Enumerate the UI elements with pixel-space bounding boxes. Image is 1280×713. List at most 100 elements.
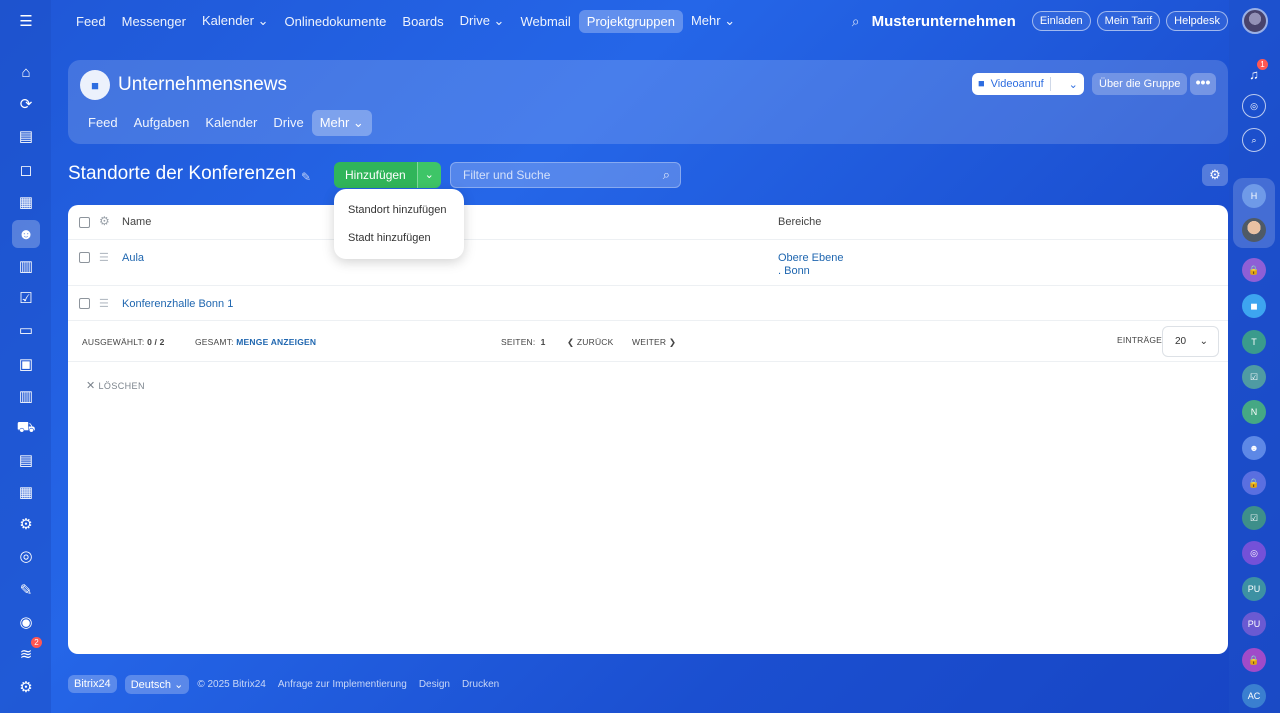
plan-button[interactable]: Mein Tarif — [1096, 11, 1161, 31]
lock-icon[interactable]: 🔒 — [1242, 471, 1266, 495]
bell-icon[interactable]: ♫ 1 — [1242, 59, 1268, 86]
copilot-icon[interactable]: ◎ — [1242, 541, 1266, 565]
company-name[interactable]: Musterunternehmen — [872, 13, 1016, 30]
row-area-city[interactable]: . Bonn — [778, 265, 810, 277]
video-call-button[interactable]: ■ Videoanruf ⌄ — [972, 73, 1084, 95]
target-icon[interactable]: ◎ — [12, 542, 40, 570]
footer-link-implementation[interactable]: Anfrage zur Implementierung — [278, 679, 407, 690]
tab-aufgaben[interactable]: Aufgaben — [126, 110, 198, 136]
menu-item-add-city[interactable]: Stadt hinzufügen — [348, 232, 431, 244]
groups-icon[interactable]: ☻ — [12, 220, 40, 248]
home-icon[interactable]: ⌂ — [12, 58, 40, 86]
row-name-link[interactable]: Aula — [122, 252, 144, 264]
menu-item-add-location[interactable]: Standort hinzufügen — [348, 204, 446, 216]
gear-icon[interactable]: ⚙ — [1202, 164, 1228, 186]
per-page-select[interactable]: 20 ⌄ — [1162, 326, 1219, 357]
schedule-icon[interactable]: ▦ — [12, 478, 40, 506]
chevron-down-icon: ⌄ — [174, 678, 184, 691]
edit-doc-icon[interactable]: ✎ — [12, 576, 40, 604]
cart-icon[interactable]: ⛟ — [12, 414, 40, 442]
nav-drive[interactable]: Drive ⌄ — [452, 9, 513, 33]
row-checkbox[interactable] — [79, 298, 90, 309]
lock-icon[interactable]: 🔒 — [1242, 258, 1266, 282]
drag-handle-icon[interactable]: ☰ — [99, 251, 109, 264]
nav-messenger[interactable]: Messenger — [114, 10, 194, 33]
nav-mehr[interactable]: Mehr ⌄ — [683, 9, 743, 33]
nav-webmail[interactable]: Webmail — [512, 10, 578, 33]
feed-icon[interactable]: ≋ 2 — [12, 637, 42, 668]
helpdesk-button[interactable]: Helpdesk — [1166, 11, 1228, 31]
copilot-icon[interactable]: ◎ — [1242, 94, 1266, 118]
drag-handle-icon[interactable]: ☰ — [99, 297, 109, 310]
invite-button[interactable]: Einladen — [1031, 11, 1091, 31]
chat-avatar-person[interactable] — [1242, 218, 1266, 242]
task-icon[interactable]: ☑ — [1242, 506, 1266, 530]
nav-kalender[interactable]: Kalender ⌄ — [194, 9, 277, 33]
language-select[interactable]: Deutsch ⌄ — [124, 674, 190, 694]
lock-icon[interactable]: 🔒 — [1242, 648, 1266, 672]
analytics-icon[interactable]: ▥ — [12, 382, 40, 410]
column-name[interactable]: Name — [122, 216, 151, 228]
tasks-icon[interactable]: ⟳ — [12, 90, 40, 118]
row-area-link[interactable]: Obere Ebene — [778, 252, 843, 264]
search-icon[interactable]: ⌕ — [663, 163, 670, 187]
chat-avatar-t[interactable]: T — [1242, 330, 1266, 354]
support-icon[interactable]: ◉ — [12, 608, 40, 636]
delete-button[interactable]: ✕ Löschen — [86, 379, 145, 392]
drive-icon[interactable]: ▭ — [12, 316, 40, 344]
tab-mehr[interactable]: Mehr ⌄ — [311, 110, 372, 136]
gear-icon[interactable]: ⚙ — [99, 214, 110, 228]
row-name-link[interactable]: Konferenzhalle Bonn 1 — [122, 298, 233, 310]
chat-avatar-pu[interactable]: PU — [1242, 612, 1266, 636]
group-chat-icon[interactable]: ☻ — [1242, 436, 1266, 460]
chat-avatar-ac[interactable]: AC — [1242, 684, 1266, 708]
pin-icon[interactable]: ✎ — [301, 170, 311, 184]
add-button[interactable]: Hinzufügen ⌄ — [334, 162, 441, 188]
search-icon[interactable]: ⌕ — [852, 13, 860, 30]
table-row[interactable]: ☰ Konferenzhalle Bonn 1 — [68, 286, 1228, 321]
footer-link-print[interactable]: Drucken — [462, 679, 499, 690]
settings-icon[interactable]: ⚙ — [12, 673, 40, 701]
column-area[interactable]: Bereiche — [778, 216, 821, 228]
table-header: ⚙ Name Bereiche — [68, 205, 1228, 240]
file-icon[interactable]: ▥ — [12, 252, 40, 280]
nav-feed[interactable]: Feed — [68, 10, 114, 33]
search-input[interactable]: Filter und Suche ⌕ — [450, 162, 681, 188]
tab-feed[interactable]: Feed — [80, 110, 126, 136]
video-camera-icon: ■ — [978, 78, 985, 90]
more-button[interactable]: ••• — [1190, 73, 1216, 95]
bitrix-brand-button[interactable]: Bitrix24 — [68, 675, 117, 693]
tab-kalender[interactable]: Kalender — [197, 110, 265, 136]
next-page-button[interactable]: Weiter ❯ — [632, 337, 676, 348]
add-button-label[interactable]: Hinzufügen — [334, 162, 417, 188]
nav-projektgruppen[interactable]: Projektgruppen — [578, 9, 683, 33]
robot-icon[interactable]: ⚙ — [12, 510, 40, 538]
row-checkbox[interactable] — [79, 252, 90, 263]
show-total-link[interactable]: Menge anzeigen — [236, 337, 316, 347]
table-row[interactable]: ☰ Aula Obere Ebene . Bonn — [68, 240, 1228, 286]
contact-card-icon[interactable]: ▤ — [12, 446, 40, 474]
footer-link-design[interactable]: Design — [419, 679, 450, 690]
menu-icon[interactable]: ☰ — [12, 7, 40, 35]
chat-avatar-h[interactable]: H — [1242, 184, 1266, 208]
tab-drive[interactable]: Drive — [265, 110, 311, 136]
checklist-icon[interactable]: ☑ — [12, 284, 40, 312]
calendar-icon[interactable]: ▦ — [12, 188, 40, 216]
search-chat-icon[interactable]: ⌕ — [1242, 128, 1266, 152]
chevron-down-icon[interactable]: ⌄ — [416, 162, 441, 188]
chat-avatar-n[interactable]: N — [1242, 400, 1266, 424]
nav-onlinedokumente[interactable]: Onlinedokumente — [277, 10, 395, 33]
chat-icon[interactable]: ◻ — [12, 156, 40, 184]
about-group-button[interactable]: Über die Gruppe — [1092, 73, 1188, 95]
chat-avatar-pu[interactable]: PU — [1242, 577, 1266, 601]
nav-boards[interactable]: Boards — [394, 10, 451, 33]
documents-icon[interactable]: ▤ — [12, 122, 40, 150]
group-tabs: Feed Aufgaben Kalender Drive Mehr ⌄ — [80, 110, 372, 136]
chat-bubble-icon[interactable]: ◼ — [1242, 294, 1266, 318]
folder-icon: ■ — [80, 70, 110, 100]
presentation-icon[interactable]: ▣ — [12, 350, 40, 378]
prev-page-button[interactable]: ❮ Zurück — [567, 337, 614, 348]
select-all-checkbox[interactable] — [79, 217, 90, 228]
chevron-down-icon[interactable]: ⌄ — [1063, 78, 1084, 91]
task-icon[interactable]: ☑ — [1242, 365, 1266, 389]
